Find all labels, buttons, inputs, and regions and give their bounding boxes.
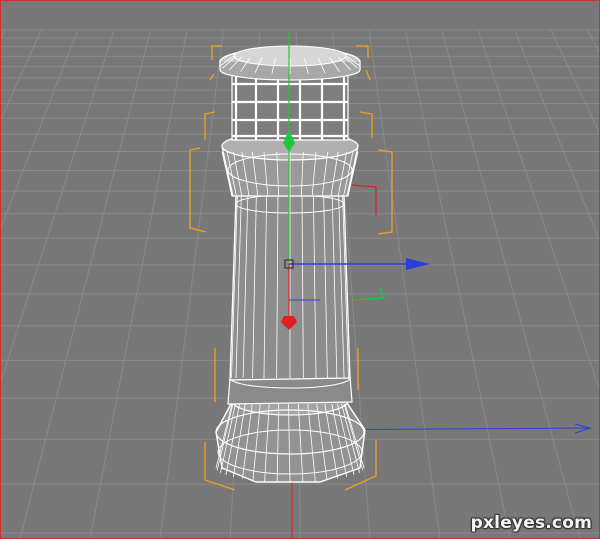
watermark-text: pxleyes.com [470, 513, 592, 533]
viewport-canvas[interactable] [0, 0, 600, 539]
3d-viewport[interactable]: pxleyes.com [0, 0, 600, 539]
